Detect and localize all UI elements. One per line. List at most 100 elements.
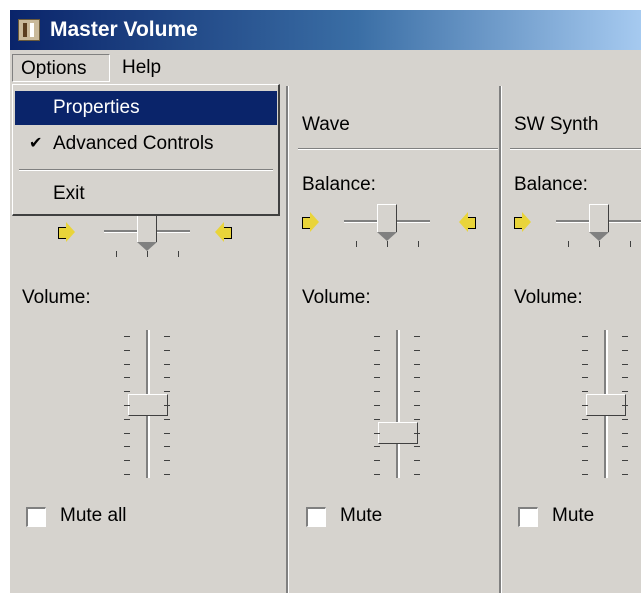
volume-tick	[414, 336, 420, 337]
volume-tick	[164, 391, 170, 392]
menu-help[interactable]: Help	[114, 54, 174, 82]
volume-tick	[414, 377, 420, 378]
volume-tick	[414, 391, 420, 392]
volume-tick	[622, 460, 628, 461]
wave-volume-slider[interactable]	[370, 330, 430, 480]
mute-all-checkbox[interactable]	[26, 507, 46, 527]
wave-balance-label: Balance:	[302, 174, 376, 195]
wave-title: Wave	[302, 114, 350, 135]
volume-tick	[414, 350, 420, 351]
volume-tick	[414, 364, 420, 365]
volume-tick	[414, 446, 420, 447]
right-speaker-icon	[214, 220, 232, 244]
volume-tick	[124, 474, 130, 475]
volume-tick	[164, 419, 170, 420]
volume-tick	[414, 419, 420, 420]
wave-balance-slider[interactable]	[344, 204, 430, 247]
volume-thumb[interactable]	[378, 422, 418, 444]
volume-control-icon[interactable]	[18, 19, 40, 41]
sw-synth-volume-label: Volume:	[514, 287, 583, 308]
master-balance-slider[interactable]	[104, 214, 190, 257]
volume-tick	[374, 377, 380, 378]
volume-tick	[374, 364, 380, 365]
sw-synth-mute-checkbox[interactable]	[518, 507, 538, 527]
volume-tick	[582, 460, 588, 461]
volume-tick	[374, 460, 380, 461]
volume-tick	[164, 336, 170, 337]
volume-tick	[414, 460, 420, 461]
volume-tick	[164, 460, 170, 461]
volume-tick	[374, 336, 380, 337]
master-volume-window: Master Volume Options Help Volume: Mute …	[10, 10, 641, 593]
master-volume-slider[interactable]	[120, 330, 180, 480]
menu-item-properties[interactable]: Properties	[15, 91, 277, 125]
volume-thumb[interactable]	[586, 394, 626, 416]
volume-thumb[interactable]	[128, 394, 168, 416]
volume-tick	[622, 474, 628, 475]
volume-tick	[414, 474, 420, 475]
volume-tick	[124, 433, 130, 434]
volume-tick	[124, 377, 130, 378]
right-speaker-icon	[458, 210, 476, 234]
balance-thumb[interactable]	[589, 204, 609, 241]
volume-tick	[622, 419, 628, 420]
menu-item-exit[interactable]: Exit	[15, 177, 277, 211]
volume-tick	[164, 364, 170, 365]
volume-tick	[164, 405, 170, 406]
wave-mute-checkbox[interactable]	[306, 507, 326, 527]
mute-all-label: Mute all	[60, 505, 127, 526]
volume-tick	[582, 433, 588, 434]
volume-tick	[124, 336, 130, 337]
menu-item-advanced-controls[interactable]: ✔ Advanced Controls	[15, 127, 277, 161]
volume-tick	[164, 350, 170, 351]
sw-synth-volume-slider[interactable]	[578, 330, 638, 480]
volume-tick	[414, 433, 420, 434]
left-speaker-icon	[514, 210, 532, 234]
volume-tick	[124, 460, 130, 461]
menu-separator	[19, 169, 273, 171]
volume-tick	[582, 377, 588, 378]
menu-bar: Options Help	[10, 52, 641, 84]
menu-options[interactable]: Options	[12, 54, 110, 82]
volume-tick	[124, 364, 130, 365]
sw-synth-mute-label: Mute	[552, 505, 595, 526]
volume-tick	[374, 446, 380, 447]
volume-tick	[582, 419, 588, 420]
window-title: Master Volume	[50, 18, 198, 41]
wave-channel: Wave Balance: Volume: Mute	[290, 86, 498, 593]
volume-tick	[414, 405, 420, 406]
volume-tick	[622, 336, 628, 337]
volume-tick	[124, 419, 130, 420]
master-volume-label: Volume:	[22, 287, 91, 308]
volume-tick	[622, 350, 628, 351]
volume-tick	[582, 336, 588, 337]
balance-thumb[interactable]	[137, 214, 157, 251]
volume-tick	[622, 364, 628, 365]
volume-tick	[582, 350, 588, 351]
volume-tick	[374, 419, 380, 420]
balance-thumb[interactable]	[377, 204, 397, 241]
volume-tick	[622, 391, 628, 392]
sw-synth-balance-slider[interactable]	[556, 204, 641, 247]
volume-tick	[622, 377, 628, 378]
volume-tick	[164, 377, 170, 378]
sw-synth-title: SW Synth	[514, 114, 599, 135]
volume-tick	[582, 405, 588, 406]
left-speaker-icon	[58, 220, 76, 244]
volume-tick	[374, 391, 380, 392]
volume-tick	[164, 433, 170, 434]
volume-tick	[164, 474, 170, 475]
options-dropdown-menu: Properties ✔ Advanced Controls Exit	[12, 84, 280, 216]
volume-tick	[622, 405, 628, 406]
title-bar[interactable]: Master Volume	[10, 10, 641, 50]
volume-tick	[124, 391, 130, 392]
volume-tick	[582, 391, 588, 392]
volume-tick	[374, 405, 380, 406]
volume-tick	[374, 433, 380, 434]
volume-tick	[374, 350, 380, 351]
wave-volume-label: Volume:	[302, 287, 371, 308]
volume-tick	[582, 364, 588, 365]
volume-tick	[582, 474, 588, 475]
volume-tick	[124, 446, 130, 447]
column-divider	[286, 86, 289, 593]
